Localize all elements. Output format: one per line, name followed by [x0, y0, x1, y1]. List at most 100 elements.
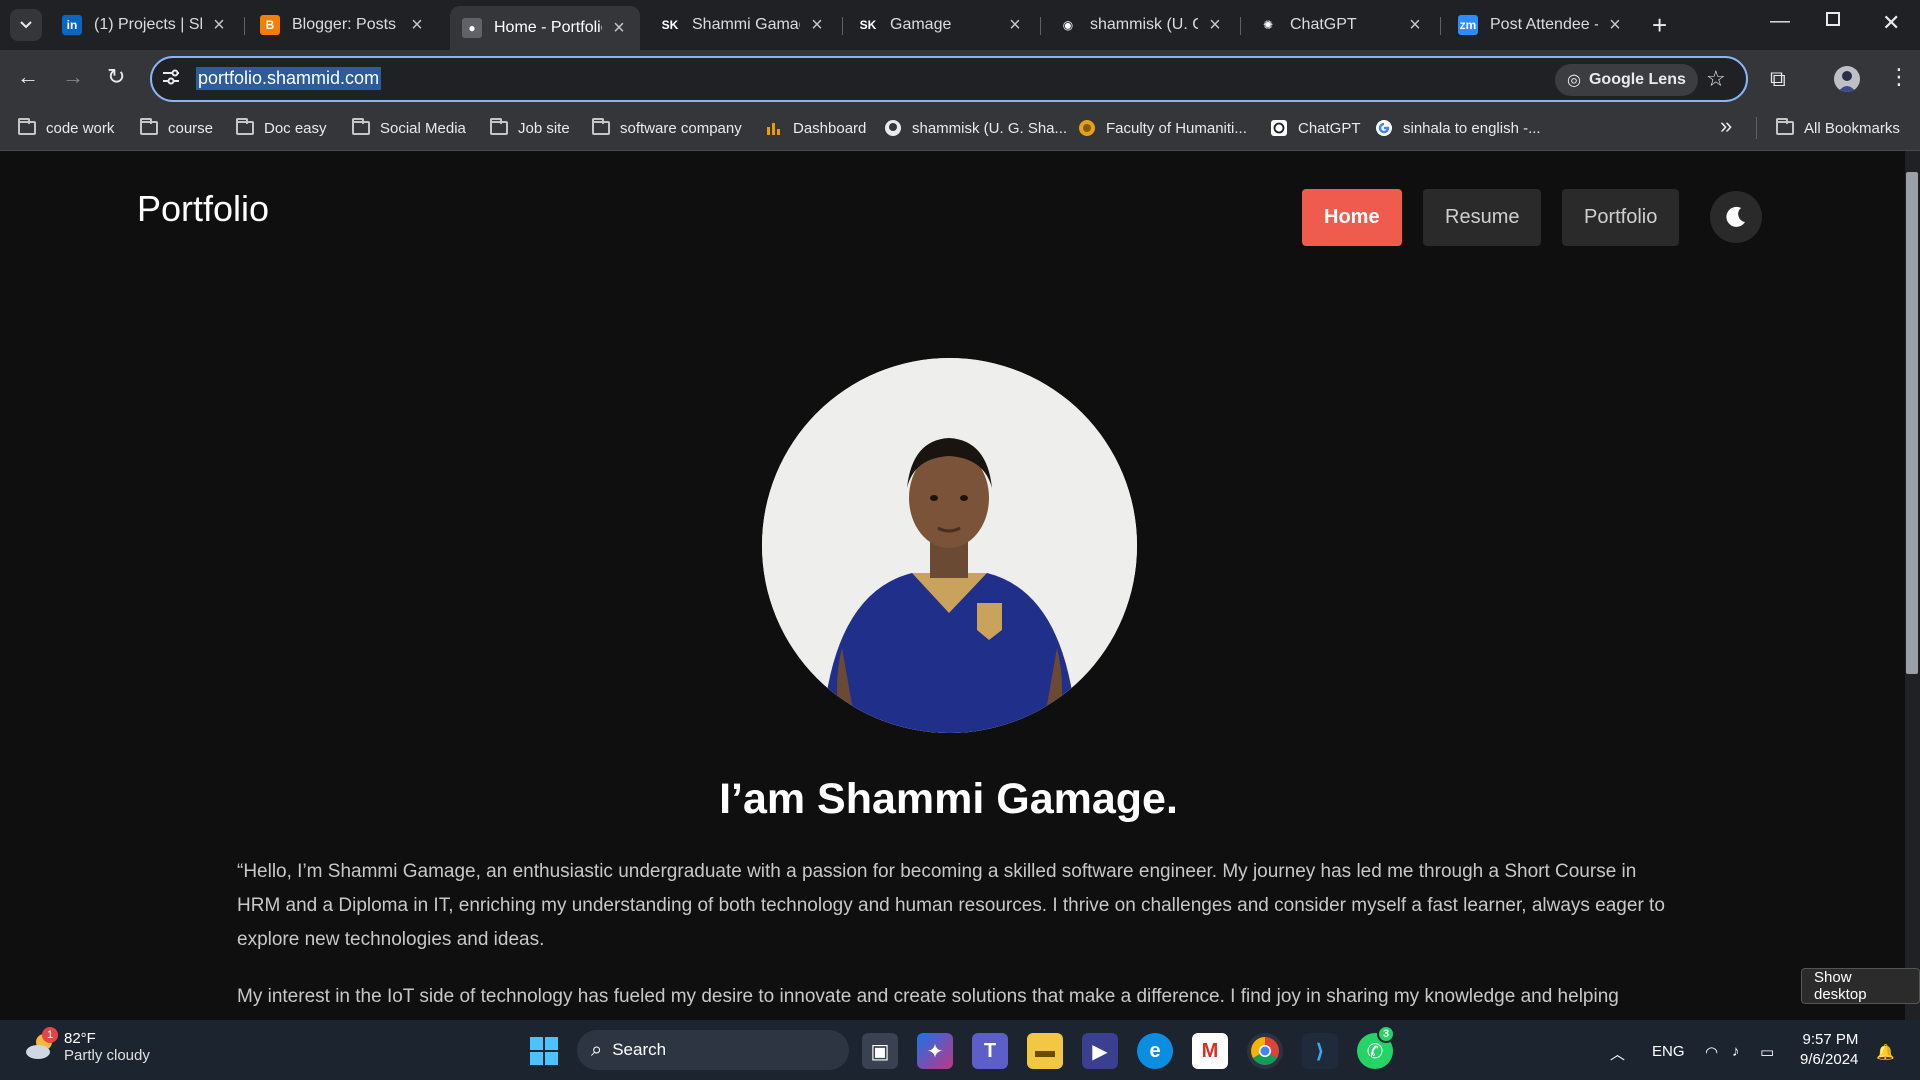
- tab-4[interactable]: SK Shammi Gamage ×: [648, 8, 838, 42]
- file-explorer-icon[interactable]: ▬: [1027, 1033, 1063, 1069]
- bookmark-3[interactable]: Doc easy: [236, 116, 327, 140]
- close-tab-icon[interactable]: ×: [1206, 14, 1224, 37]
- tab-1[interactable]: in (1) Projects | Sha ×: [50, 8, 240, 42]
- theme-toggle-button[interactable]: [1710, 191, 1762, 243]
- bookmark-8[interactable]: shammisk (U. G. Sha...: [884, 116, 1067, 140]
- bookmark-10[interactable]: ChatGPT: [1270, 116, 1361, 140]
- bookmark-label: software company: [620, 119, 742, 137]
- chevron-down-icon: [20, 21, 32, 29]
- tab-separator: [842, 17, 843, 35]
- bookmark-4[interactable]: Social Media: [352, 116, 466, 140]
- nav-home[interactable]: Home: [1302, 189, 1402, 246]
- tab-2[interactable]: B Blogger: Posts ×: [248, 8, 438, 42]
- tab-separator: [1040, 17, 1041, 35]
- media-player-icon[interactable]: ▶: [1082, 1033, 1118, 1069]
- tab-3[interactable]: ● Home - Portfolio ×: [450, 6, 640, 50]
- bookmark-label: Doc easy: [264, 119, 327, 137]
- clock-time: 9:57 PM: [1802, 1031, 1859, 1048]
- bookmark-5[interactable]: Job site: [490, 116, 570, 140]
- bookmark-6[interactable]: software company: [592, 116, 742, 140]
- bookmark-9[interactable]: Faculty of Humaniti...: [1078, 116, 1247, 140]
- bookmark-11[interactable]: sinhala to english -...: [1375, 116, 1541, 140]
- bookmark-star-icon[interactable]: ☆: [1706, 66, 1726, 92]
- show-desktop-tooltip: Show desktop: [1801, 968, 1920, 1004]
- language-indicator[interactable]: ENG: [1652, 1043, 1685, 1060]
- folder-icon: [490, 118, 508, 137]
- tab-8[interactable]: zm Post Attendee - ×: [1446, 8, 1636, 42]
- site-settings-icon[interactable]: [160, 66, 182, 88]
- tab-title: (1) Projects | Sha: [94, 16, 202, 33]
- tab-7[interactable]: ✺ ChatGPT ×: [1246, 8, 1436, 42]
- reload-button[interactable]: ↻: [107, 64, 125, 90]
- close-tab-icon[interactable]: ×: [408, 14, 426, 37]
- folder-icon: [352, 118, 370, 137]
- back-button[interactable]: ←: [17, 64, 39, 90]
- google-lens-button[interactable]: ◎ Google Lens: [1555, 64, 1698, 96]
- teams-icon[interactable]: T: [972, 1033, 1008, 1069]
- profile-avatar[interactable]: [1834, 66, 1860, 92]
- minimize-icon[interactable]: —: [1770, 10, 1790, 33]
- restore-icon[interactable]: [1826, 12, 1840, 26]
- windows-start-icon[interactable]: [526, 1033, 562, 1069]
- task-view-icon[interactable]: ▣: [862, 1033, 898, 1069]
- edge-icon[interactable]: e: [1137, 1033, 1173, 1069]
- portfolio-avatar-icon: ●: [462, 18, 482, 38]
- new-tab-button[interactable]: +: [1652, 10, 1667, 40]
- bookmark-7[interactable]: Dashboard: [765, 116, 866, 140]
- taskbar-search[interactable]: ⌕ Search: [577, 1030, 849, 1070]
- bookmark-1[interactable]: code work: [18, 116, 114, 140]
- sgk-logo-icon: SK: [660, 15, 680, 35]
- gmail-icon[interactable]: M: [1192, 1033, 1228, 1069]
- moon-icon: [1726, 206, 1745, 227]
- close-tab-icon[interactable]: ×: [1406, 14, 1424, 37]
- lens-icon: ◎: [1567, 72, 1581, 89]
- linkedin-icon: in: [62, 15, 82, 35]
- forward-button[interactable]: →: [62, 64, 84, 90]
- tray-overflow-icon[interactable]: ︿: [1610, 1043, 1625, 1064]
- extensions-icon[interactable]: ⧉: [1770, 66, 1786, 92]
- whatsapp-icon[interactable]: ✆ 3: [1357, 1025, 1395, 1069]
- tab-title: Home - Portfolio: [494, 19, 602, 36]
- tab-search-button[interactable]: [10, 9, 42, 41]
- notification-bell-icon[interactable]: 🔔: [1876, 1043, 1895, 1061]
- weather-widget[interactable]: 1 82°F Partly cloudy: [24, 1027, 150, 1064]
- tab-5[interactable]: SK Gamage ×: [846, 8, 1036, 42]
- bookmark-label: Faculty of Humaniti...: [1106, 119, 1247, 137]
- bookmark-2[interactable]: course: [140, 116, 213, 140]
- github-icon: ◉: [1058, 15, 1078, 35]
- taskbar-search-label: Search: [612, 1040, 667, 1059]
- close-tab-icon[interactable]: ×: [610, 17, 628, 40]
- close-window-icon[interactable]: ✕: [1882, 10, 1900, 36]
- tab-title: ChatGPT: [1290, 16, 1357, 33]
- tab-separator: [244, 17, 245, 35]
- url-text[interactable]: portfolio.shammid.com: [196, 67, 382, 90]
- zoom-icon: zm: [1458, 15, 1478, 35]
- close-tab-icon[interactable]: ×: [1006, 14, 1024, 37]
- close-tab-icon[interactable]: ×: [808, 14, 826, 37]
- more-bookmarks-icon[interactable]: »: [1720, 113, 1732, 139]
- vscode-icon[interactable]: ⟩: [1302, 1033, 1338, 1069]
- wifi-icon[interactable]: ◠: [1705, 1043, 1718, 1061]
- volume-icon[interactable]: ♪: [1732, 1043, 1740, 1060]
- lens-label: Google Lens: [1588, 71, 1686, 88]
- close-tab-icon[interactable]: ×: [210, 14, 228, 37]
- iot-paragraph: My interest in the IoT side of technolog…: [237, 986, 1619, 1007]
- copilot-icon[interactable]: ✦: [917, 1033, 953, 1069]
- folder-icon: [1776, 118, 1794, 137]
- intro-paragraph: “Hello, I’m Shammi Gamage, an enthusiast…: [237, 861, 1665, 950]
- battery-icon[interactable]: ▭: [1760, 1043, 1774, 1061]
- close-tab-icon[interactable]: ×: [1606, 14, 1624, 37]
- all-bookmarks-button[interactable]: All Bookmarks: [1776, 116, 1900, 140]
- github-icon: [884, 119, 902, 137]
- chatgpt-icon: [1270, 119, 1288, 137]
- browser-menu-icon[interactable]: ⋮: [1888, 64, 1910, 90]
- system-clock[interactable]: 9:57 PM 9/6/2024: [1800, 1030, 1858, 1070]
- chrome-icon[interactable]: [1247, 1033, 1283, 1069]
- scrollbar-thumb[interactable]: [1906, 172, 1918, 674]
- site-brand[interactable]: Portfolio: [137, 188, 269, 230]
- nav-portfolio[interactable]: Portfolio: [1562, 189, 1680, 246]
- address-bar[interactable]: [150, 56, 1748, 102]
- tab-6[interactable]: ◉ shammisk (U. G. ×: [1046, 8, 1236, 42]
- nav-resume[interactable]: Resume: [1423, 189, 1542, 246]
- tab-title: Shammi Gamage: [692, 16, 800, 33]
